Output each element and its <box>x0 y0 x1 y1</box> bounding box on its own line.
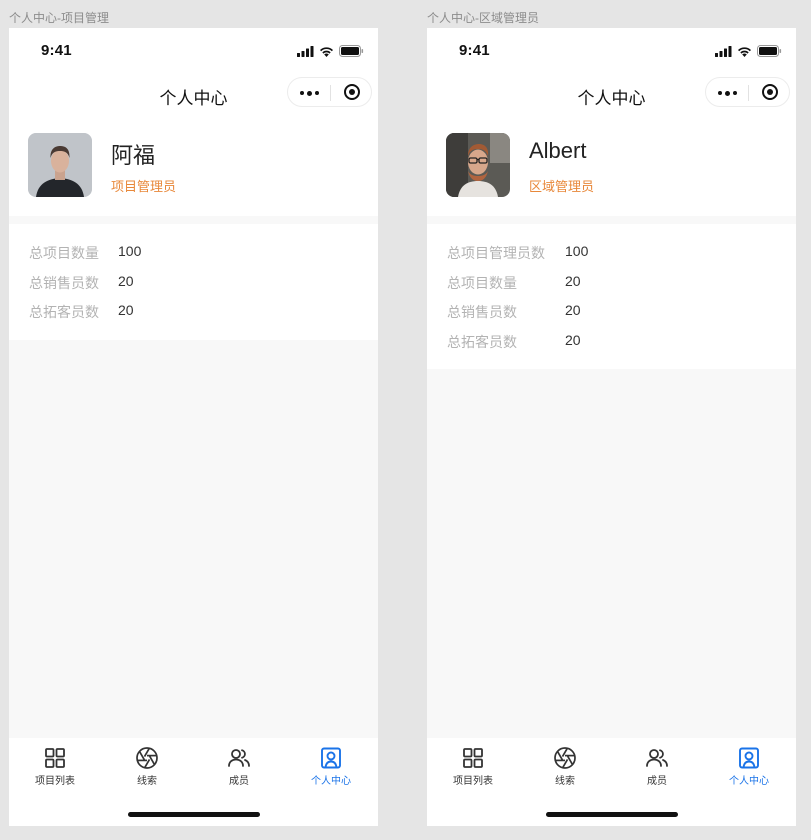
stat-row: 总销售员数 20 <box>9 271 378 301</box>
nav-bar: 个人中心 <box>9 72 378 116</box>
status-time: 9:41 <box>459 42 490 59</box>
mini-program-capsule <box>705 77 790 107</box>
stat-value: 100 <box>118 243 142 259</box>
stat-label: 总拓客员数 <box>29 304 99 320</box>
tab-label: 成员 <box>647 776 667 787</box>
stats-panel: 总项目管理员数 100 总项目数量 20 总销售员数 20 总拓客员数 20 <box>427 224 796 369</box>
capsule-divider <box>748 85 749 101</box>
stat-value: 100 <box>565 243 589 259</box>
stat-row: 总项目数量 20 <box>427 271 796 301</box>
stat-label: 总销售员数 <box>29 274 99 291</box>
tab-bar: 项目列表 线索 成员 个人中心 <box>9 738 378 826</box>
stat-value: 20 <box>118 272 134 289</box>
battery-icon <box>757 45 782 57</box>
home-indicator <box>545 812 678 817</box>
profile-card: 阿福 项目管理员 <box>9 116 378 216</box>
tab-project-list[interactable]: 项目列表 <box>427 746 519 787</box>
tab-profile[interactable]: 个人中心 <box>285 746 377 787</box>
stat-value: 20 <box>565 272 581 289</box>
grid-icon <box>463 748 483 768</box>
more-icon[interactable] <box>300 90 319 96</box>
stat-row: 总拓客员数 20 <box>9 300 378 330</box>
stat-label: 总项目数量 <box>447 274 517 291</box>
tab-leads[interactable]: 线索 <box>519 746 611 787</box>
stat-label: 总拓客员数 <box>447 333 517 350</box>
phone-screen-region-admin: 9:41 个人中心 Albert 区域管理员 总项目管理员数 100 总项目数量… <box>427 28 796 826</box>
tab-leads[interactable]: 线索 <box>101 746 193 787</box>
stats-panel: 总项目数量 100 总销售员数 20 总拓客员数 20 <box>9 224 378 340</box>
aperture-icon <box>136 747 158 769</box>
close-target-icon[interactable] <box>344 84 360 100</box>
battery-icon <box>339 45 364 57</box>
status-bar: 9:41 <box>9 28 378 72</box>
mini-program-capsule <box>287 77 372 107</box>
tab-project-list[interactable]: 项目列表 <box>9 746 101 787</box>
stat-label: 总销售员数 <box>447 304 517 320</box>
status-bar: 9:41 <box>427 28 796 72</box>
status-icons <box>297 45 364 57</box>
more-icon[interactable] <box>718 90 737 96</box>
tab-profile[interactable]: 个人中心 <box>703 746 795 787</box>
stat-row: 总拓客员数 20 <box>427 330 796 360</box>
tab-members[interactable]: 成员 <box>611 746 703 787</box>
aperture-icon <box>554 747 576 769</box>
stat-value: 20 <box>565 302 581 318</box>
signal-icon <box>715 45 732 57</box>
tab-label: 个人中心 <box>311 776 351 787</box>
tab-label: 项目列表 <box>35 776 75 787</box>
user-role: 项目管理员 <box>111 179 177 194</box>
wifi-icon <box>320 46 333 57</box>
avatar[interactable] <box>28 133 92 197</box>
wifi-icon <box>738 46 751 57</box>
tab-label: 项目列表 <box>453 776 493 787</box>
status-icons <box>715 45 782 57</box>
signal-icon <box>297 45 314 57</box>
tab-label: 个人中心 <box>729 776 769 787</box>
tab-label: 成员 <box>229 776 249 787</box>
stat-value: 20 <box>565 331 581 348</box>
artboard-label-region-admin: 个人中心-区域管理员 <box>427 11 539 25</box>
user-name: Albert <box>529 138 587 163</box>
status-time: 9:41 <box>41 42 72 59</box>
tab-label: 线索 <box>555 776 575 787</box>
users-icon <box>228 749 250 767</box>
user-badge-icon <box>739 747 759 769</box>
avatar[interactable] <box>446 133 510 197</box>
stat-label: 总项目数量 <box>29 245 99 261</box>
users-icon <box>646 749 668 767</box>
stat-label: 总项目管理员数 <box>447 245 545 261</box>
nav-bar: 个人中心 <box>427 72 796 116</box>
home-indicator <box>127 812 260 817</box>
stat-row: 总销售员数 20 <box>427 300 796 330</box>
stat-value: 20 <box>118 302 134 318</box>
tab-bar: 项目列表 线索 成员 个人中心 <box>427 738 796 826</box>
stat-row: 总项目管理员数 100 <box>427 241 796 271</box>
profile-card: Albert 区域管理员 <box>427 116 796 216</box>
tab-label: 线索 <box>137 776 157 787</box>
close-target-icon[interactable] <box>762 84 778 100</box>
phone-screen-project-admin: 9:41 个人中心 阿福 项目管理员 总项目数量 100 总销售员数 20 总拓… <box>9 28 378 826</box>
artboard-label-project-admin: 个人中心-项目管理 <box>9 11 109 25</box>
capsule-divider <box>330 85 331 101</box>
user-badge-icon <box>321 747 341 769</box>
user-role: 区域管理员 <box>529 179 595 194</box>
tab-members[interactable]: 成员 <box>193 746 285 787</box>
grid-icon <box>45 748 65 768</box>
user-name: 阿福 <box>111 143 156 168</box>
stat-row: 总项目数量 100 <box>9 241 378 271</box>
